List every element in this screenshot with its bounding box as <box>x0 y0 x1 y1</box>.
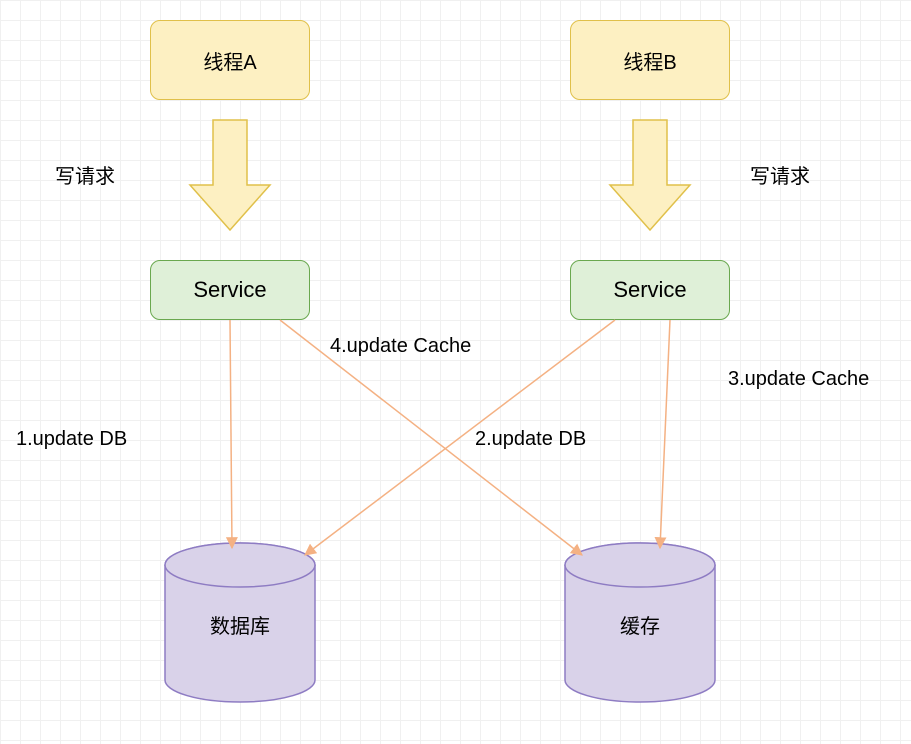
database-label: 数据库 <box>160 610 320 639</box>
arrow-step3 <box>660 320 670 548</box>
cache-label: 缓存 <box>560 610 720 639</box>
arrow-step1 <box>230 320 232 548</box>
step2-label: 2.update DB <box>475 428 586 451</box>
service-a-label: Service <box>193 277 266 303</box>
step4-label: 4.update Cache <box>330 335 471 358</box>
write-request-b-label: 写请求 <box>750 160 810 189</box>
big-arrow-b <box>610 120 690 230</box>
database-cylinder: 数据库 <box>160 540 320 700</box>
step1-label: 1.update DB <box>16 428 127 451</box>
thread-b-box: 线程B <box>570 20 730 100</box>
big-arrow-a <box>190 120 270 230</box>
service-b-box: Service <box>570 260 730 320</box>
write-request-a-label: 写请求 <box>55 160 115 189</box>
thread-b-label: 线程B <box>623 46 676 75</box>
step3-label: 3.update Cache <box>728 368 869 391</box>
thread-a-label: 线程A <box>203 46 256 75</box>
thread-a-box: 线程A <box>150 20 310 100</box>
cache-cylinder: 缓存 <box>560 540 720 700</box>
service-b-label: Service <box>613 277 686 303</box>
service-a-box: Service <box>150 260 310 320</box>
